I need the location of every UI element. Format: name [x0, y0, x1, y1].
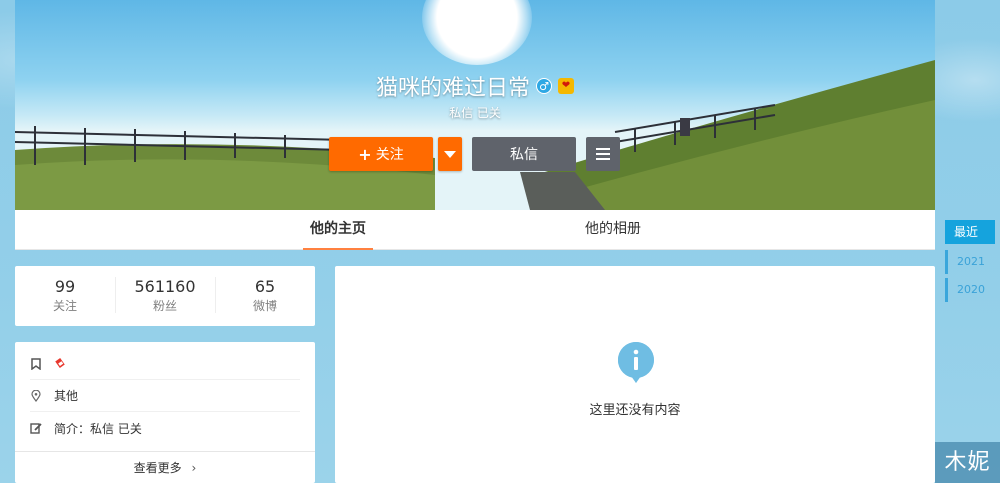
see-more-link[interactable]: 查看更多 ›: [15, 451, 315, 483]
follow-label: 关注: [375, 147, 404, 163]
bookmark-icon: [31, 357, 41, 370]
feed-panel: 这里还没有内容: [335, 266, 935, 483]
stat-fans-label: 粉丝: [152, 299, 177, 313]
medal-icon[interactable]: [54, 357, 68, 371]
year-timeline: 最近 2021 2020: [945, 220, 995, 306]
follow-dropdown-button[interactable]: [438, 137, 462, 171]
stats-card: 99 关注 561160 粉丝 65 微博: [15, 266, 315, 326]
location-icon: [31, 389, 41, 402]
tab-album[interactable]: 他的相册: [575, 210, 651, 250]
year-recent[interactable]: 最近: [945, 220, 995, 244]
profile-actions: + 关注 私信: [329, 137, 620, 171]
profile-cover: 猫咪的难过日常 ♂ ❤ 私信 已关 + 关注 私信: [15, 0, 935, 210]
caret-down-icon: [444, 150, 456, 158]
stat-following-label: 关注: [52, 299, 77, 313]
info-card: 其他 简介： 私信 已关 查看更多 ›: [15, 342, 315, 483]
info-icon: [618, 342, 654, 383]
tab-home[interactable]: 他的主页: [303, 210, 373, 250]
empty-state-text: 这里还没有内容: [589, 403, 681, 418]
bio-label: 简介：: [54, 421, 91, 436]
stat-following-count: 99: [54, 277, 76, 296]
stat-posts-label: 微博: [252, 299, 277, 313]
info-row-bio: 简介： 私信 已关: [30, 412, 300, 444]
stat-fans[interactable]: 561160 粉丝: [115, 277, 215, 315]
year-2020[interactable]: 2020: [945, 278, 995, 302]
stat-posts[interactable]: 65 微博: [215, 277, 315, 315]
stat-following[interactable]: 99 关注: [15, 277, 115, 315]
stat-fans-count: 561160: [134, 277, 196, 296]
chevron-right-icon: ›: [191, 461, 197, 475]
follow-button[interactable]: + 关注: [329, 137, 433, 171]
message-button[interactable]: 私信: [472, 137, 576, 171]
edit-icon: [30, 423, 42, 434]
plus-icon: +: [358, 144, 372, 164]
info-row-location: 其他: [30, 380, 300, 412]
location-text: 其他: [54, 389, 79, 403]
year-2021[interactable]: 2021: [945, 250, 995, 274]
corner-watermark: 木妮: [935, 442, 1000, 483]
stat-posts-count: 65: [254, 277, 276, 296]
see-more-label: 查看更多: [133, 461, 182, 475]
profile-tabs: 他的主页 他的相册: [15, 210, 935, 250]
menu-icon: [596, 148, 610, 150]
vip-badge-icon[interactable]: ❤: [558, 78, 574, 94]
info-row-badge: [30, 348, 300, 380]
profile-intro: 私信 已关: [449, 106, 501, 120]
more-menu-button[interactable]: [586, 137, 620, 171]
male-icon: ♂: [536, 78, 552, 94]
profile-name: 猫咪的难过日常: [375, 76, 530, 101]
bio-value: 私信 已关: [90, 421, 142, 436]
profile-name-row: 猫咪的难过日常 ♂ ❤: [15, 70, 935, 102]
